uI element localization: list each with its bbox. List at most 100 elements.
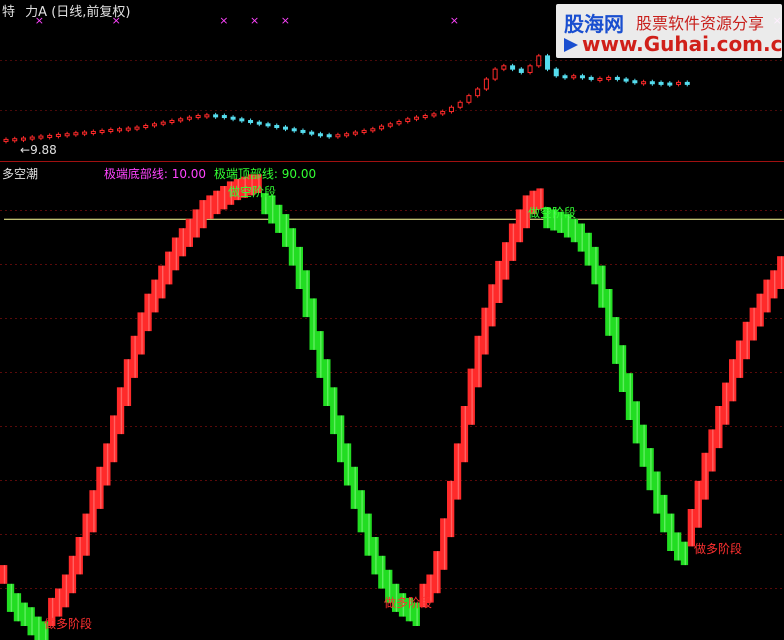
bear-bar (350, 466, 358, 509)
candle-body (431, 113, 437, 117)
bull-bar (68, 555, 77, 594)
bar-highlight (168, 251, 171, 285)
bull-bar (110, 415, 118, 463)
bar-highlight (519, 209, 521, 243)
candle-body (326, 134, 332, 138)
bear-bar (309, 298, 317, 350)
bull-bar (89, 490, 97, 533)
candle-body (396, 121, 402, 125)
bar-highlight (719, 406, 721, 449)
bar-highlight (609, 289, 611, 336)
candle-body (47, 134, 53, 138)
price-value: 9.88 (30, 143, 57, 157)
bear-bar (653, 471, 661, 514)
bull-bar (82, 513, 90, 556)
bar-highlight (272, 195, 274, 224)
bull-bar (508, 223, 517, 261)
candle-body (265, 123, 271, 127)
bar-highlight (732, 359, 735, 402)
candle-body (518, 68, 524, 73)
top-line-label: 极端顶部线: 90.00 (213, 167, 317, 181)
candle-body (405, 118, 411, 123)
bar-highlight (375, 537, 377, 575)
bear-bar (364, 513, 372, 556)
bar-highlight (31, 607, 33, 636)
bear-bar (632, 401, 640, 444)
candle-body (440, 111, 446, 115)
bar-highlight (760, 293, 762, 327)
candle-body (370, 128, 376, 132)
bear-bar (646, 448, 654, 491)
bar-highlight (677, 532, 680, 561)
bar-highlight (588, 232, 590, 266)
bear-bar (20, 602, 28, 626)
bull-bar (433, 551, 441, 594)
candle-body (90, 130, 96, 134)
candle-body (309, 131, 315, 135)
bar-highlight (450, 480, 453, 538)
bar-highlight (120, 387, 123, 435)
bar-highlight (739, 340, 741, 378)
bar-highlight (155, 279, 157, 313)
candle-body (73, 132, 79, 136)
bar-highlight (278, 204, 281, 233)
candle-body (274, 124, 280, 128)
candle-body (195, 115, 201, 119)
bull-bar (729, 359, 737, 402)
bear-bar (275, 204, 283, 233)
phase-annotation: 做多阶段 (384, 595, 432, 610)
indicator-name: 多空潮 (2, 167, 39, 181)
bull-bar (185, 218, 193, 247)
bull-bar (178, 228, 187, 257)
arrow-icon (564, 38, 578, 52)
bear-bar (282, 214, 290, 247)
candle-body (501, 65, 507, 70)
candle-body (457, 101, 463, 108)
candle-body (134, 126, 140, 130)
bull-bar (61, 574, 70, 608)
bear-bar (378, 555, 386, 589)
stock-name: 力A (25, 5, 48, 20)
bar-highlight (134, 335, 136, 378)
candle-body (536, 55, 542, 67)
candle-body (361, 129, 367, 133)
bar-highlight (299, 246, 301, 289)
bar-highlight (333, 387, 336, 435)
candle-body (151, 123, 157, 127)
candle-body (248, 120, 254, 124)
bull-bar (481, 307, 489, 355)
candle-body (169, 120, 175, 124)
bull-bar (151, 279, 159, 313)
candle-body (20, 137, 26, 141)
bull-bar (447, 480, 455, 538)
bar-highlight (196, 209, 198, 238)
bear-bar (680, 541, 689, 566)
bull-bar (708, 429, 716, 472)
stock-prefix: 特 (2, 5, 16, 20)
candle-body (143, 124, 149, 128)
bull-bar (103, 443, 111, 486)
bar-highlight (698, 480, 700, 528)
candle-body (553, 68, 559, 77)
bar-highlight (100, 466, 102, 509)
candle-body (300, 129, 306, 133)
indicator-header: 多空潮 极端底部线: 10.00 极端顶部线: 90.00 (2, 165, 316, 182)
bar-highlight (354, 466, 356, 509)
bear-bar (667, 513, 675, 551)
bull-bar (467, 368, 475, 425)
bull-bar (158, 265, 166, 299)
bull-bar (213, 190, 221, 215)
candle-body (571, 75, 577, 79)
bar-highlight (24, 602, 26, 626)
candle-body (475, 88, 481, 97)
candle-body (588, 76, 594, 80)
bar-highlight (361, 490, 363, 533)
bull-bar (137, 312, 145, 355)
bar-highlight (182, 228, 184, 257)
candle-body (64, 133, 70, 137)
bar-highlight (712, 429, 714, 472)
candle-body (614, 76, 620, 80)
bear-bar (577, 223, 585, 252)
bar-highlight (327, 359, 329, 406)
bar-highlight (141, 312, 143, 355)
